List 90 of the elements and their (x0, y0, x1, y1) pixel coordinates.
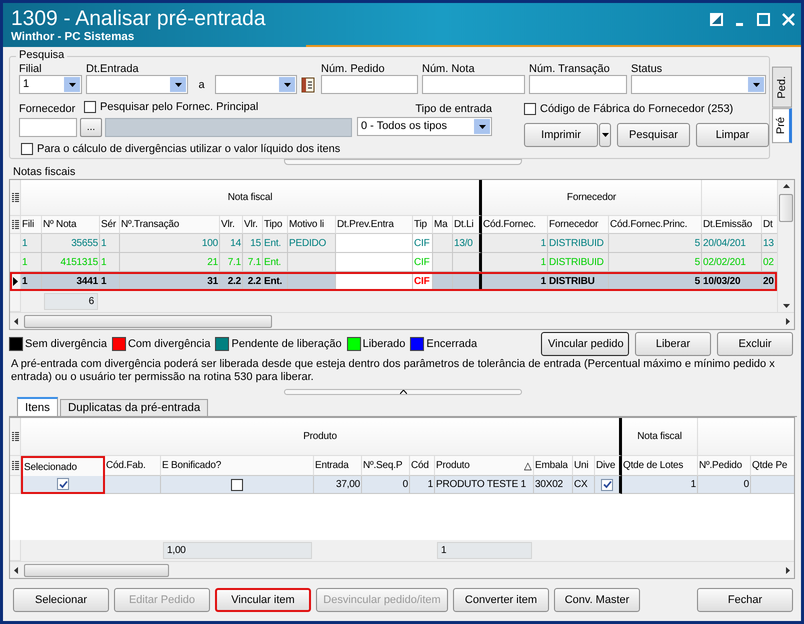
action-button[interactable]: Excluir (717, 332, 793, 356)
filial-dropdown[interactable]: 1 (19, 75, 82, 94)
column-group-header: Produto (303, 431, 337, 442)
checkbox-label: Para o cálculo de divergências utilizar o valor líquido dos itens (37, 143, 340, 155)
caret-icon (602, 133, 608, 137)
action-button[interactable]: Vincular item (215, 588, 311, 612)
action-button[interactable]: Conv. Master (554, 588, 640, 612)
action-button[interactable]: Selecionar (13, 588, 109, 612)
tab[interactable]: Duplicatas da pré-entrada (60, 399, 208, 416)
dropdown-button[interactable] (599, 123, 611, 147)
maximize-icon[interactable] (757, 13, 770, 26)
notice-text: A pré-entrada com divergência poderá ser liberada desde que esteja dentro dos parâmetros de tolerância de entrada (Percentual máximo e mínimo pedido x entrada) ou o usuário ter permissão na rotina 530 para liberar. (10, 358, 776, 385)
field-label: Dt.Entrada (86, 63, 140, 75)
dropdown-arrow-icon (174, 82, 182, 86)
column-group-header: Fornecedor (566, 192, 616, 203)
table-cell: CIF (413, 272, 433, 291)
scrollbar[interactable] (10, 312, 794, 329)
scroll-right-icon[interactable] (786, 566, 790, 574)
legend-label: Pendente de liberação (231, 338, 342, 350)
scroll-thumb[interactable] (779, 194, 793, 222)
column-group-header: Nota fiscal (228, 192, 272, 203)
dropdown-arrow-icon (284, 82, 290, 86)
column-group-header: Nota fiscal (637, 431, 682, 442)
action-button[interactable]: Pesquisar (617, 123, 690, 147)
checkbox[interactable] (524, 103, 536, 115)
splitter-handle[interactable] (284, 389, 522, 395)
table-cell: CIF (413, 234, 433, 253)
checkbox[interactable] (57, 478, 69, 490)
column-chooser-icon[interactable] (12, 193, 18, 202)
close-icon[interactable] (782, 13, 795, 26)
checkbox[interactable] (231, 478, 243, 490)
legend-label: Liberado (362, 338, 406, 350)
window-subtitle: Winthor - PC Sistemas (11, 31, 136, 43)
checkbox[interactable] (84, 101, 96, 113)
field-label: Filial (19, 63, 43, 75)
field-label: Núm. Pedido (321, 63, 386, 75)
scroll-left-icon[interactable] (14, 566, 18, 574)
scrollbar[interactable] (10, 561, 794, 578)
input-field[interactable] (422, 75, 525, 94)
column-chooser-icon[interactable] (12, 461, 18, 470)
checkbox-label: Código de Fábrica do Fornecedor (253) (540, 103, 734, 115)
legend-label: Sem divergência (25, 338, 107, 350)
tab[interactable]: Itens (17, 397, 58, 416)
action-button[interactable]: Fechar (697, 588, 793, 612)
row-pointer-icon (12, 276, 18, 286)
field-label: Núm. Transação (529, 63, 611, 75)
checkbox-label: Pesquisar pelo Fornec. Principal (100, 101, 258, 113)
field-label: Fornecedor (19, 103, 76, 115)
input-field[interactable] (529, 75, 627, 94)
type-dropdown[interactable]: 0 - Todos os tipos (357, 117, 492, 136)
restore-icon[interactable] (710, 13, 723, 26)
scroll-left-icon[interactable] (14, 318, 18, 324)
calendar-icon[interactable] (301, 76, 315, 93)
dropdown-arrow-icon (752, 82, 760, 86)
dropdown-arrow-icon (68, 82, 76, 86)
browse-button[interactable]: ... (80, 118, 102, 137)
field-label: Status (631, 63, 664, 75)
checkbox[interactable] (601, 478, 613, 490)
action-button[interactable]: Limpar (696, 123, 769, 147)
column-chooser-icon[interactable] (12, 432, 18, 441)
legend-label: Encerrada (426, 338, 478, 350)
action-button[interactable]: Vincular pedido (541, 332, 629, 356)
side-tab[interactable]: Ped. (772, 67, 792, 108)
scroll-right-icon[interactable] (786, 318, 790, 324)
caret-up-icon (400, 390, 406, 394)
input-field[interactable] (321, 75, 418, 94)
field-label: Tipo de entrada (415, 103, 492, 117)
total-field: 6 (44, 293, 98, 310)
input-field[interactable] (19, 118, 77, 137)
scroll-up-icon[interactable] (782, 184, 790, 188)
splitter-handle[interactable] (284, 159, 522, 165)
column-chooser-icon[interactable] (12, 220, 18, 229)
group-title: Pesquisa (16, 49, 68, 61)
table-cell: CIF (413, 253, 433, 272)
scroll-down-icon[interactable] (782, 304, 790, 308)
action-button[interactable]: Liberar (635, 332, 711, 356)
total-field: 1,00 (163, 542, 312, 559)
section-title: Notas fiscais (13, 166, 76, 178)
dropdown-arrow-icon (478, 124, 486, 128)
field-label: Núm. Nota (422, 63, 476, 75)
print-button[interactable]: Imprimir (524, 123, 598, 147)
action-button[interactable]: Converter item (453, 588, 549, 612)
scrollbar[interactable] (777, 180, 794, 312)
range-label: a (198, 78, 205, 90)
total-field: 1 (437, 542, 532, 559)
side-tab[interactable]: Pré (772, 108, 792, 143)
legend-label: Com divergência (128, 338, 210, 350)
row-header[interactable] (10, 272, 21, 291)
checkbox[interactable] (21, 143, 33, 155)
window-title: 1309 - Analisar pré-entrada (11, 7, 266, 31)
